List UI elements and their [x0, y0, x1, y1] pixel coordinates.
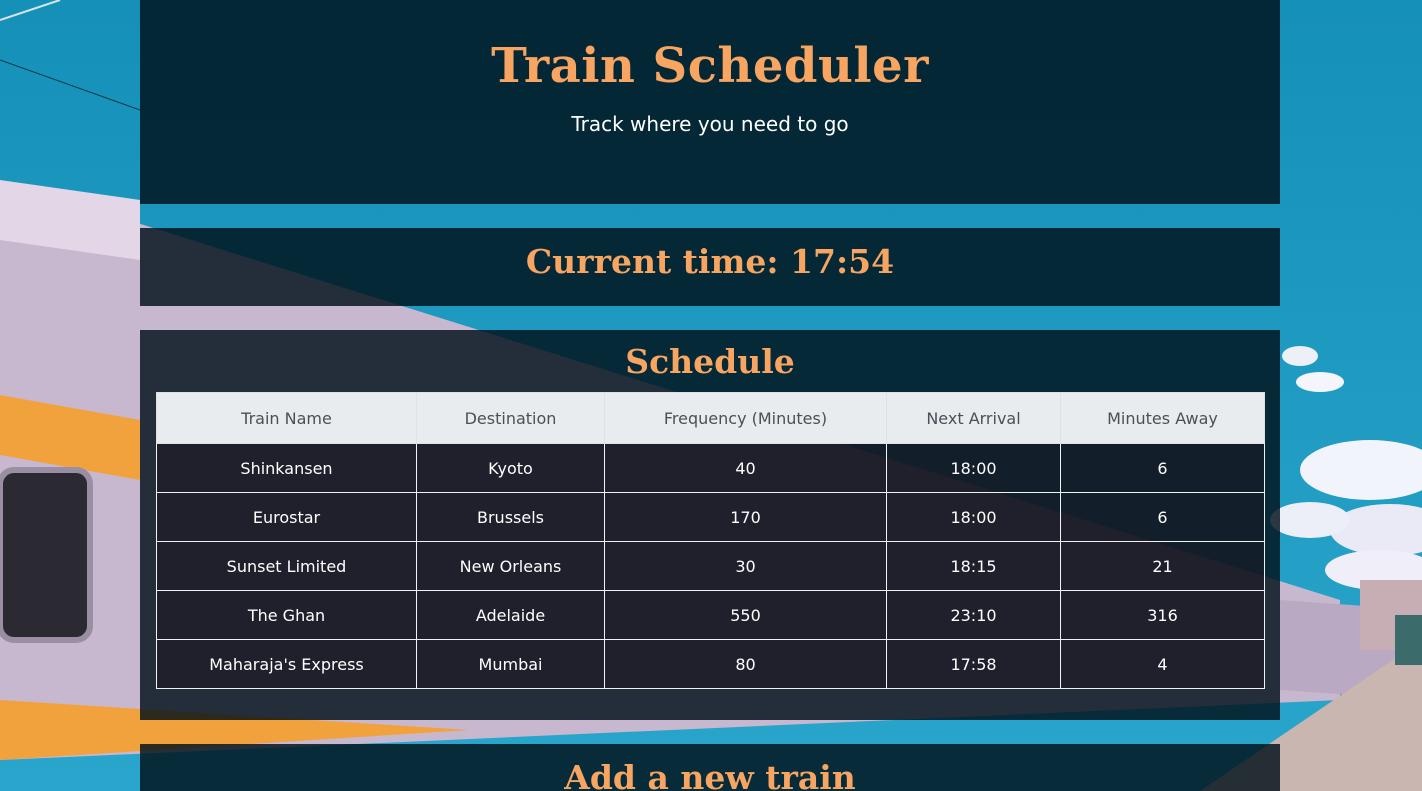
- column-header-minutes-away: Minutes Away: [1060, 392, 1265, 444]
- cell-destination: Kyoto: [416, 443, 605, 493]
- cell-next-arrival: 17:58: [886, 639, 1061, 689]
- cell-next-arrival: 18:00: [886, 443, 1061, 493]
- cell-train-name: Sunset Limited: [156, 541, 417, 591]
- current-time-label: Current time:: [525, 242, 779, 281]
- cell-minutes-away: 316: [1060, 590, 1265, 640]
- cell-frequency: 30: [604, 541, 887, 591]
- add-train-panel: Add a new train: [140, 744, 1280, 791]
- table-row: Eurostar Brussels 170 18:00 6: [156, 492, 1265, 542]
- cell-next-arrival: 23:10: [886, 590, 1061, 640]
- cell-next-arrival: 18:00: [886, 492, 1061, 542]
- current-time-heading: Current time: 17:54: [140, 242, 1280, 281]
- cell-train-name: The Ghan: [156, 590, 417, 640]
- cell-train-name: Maharaja's Express: [156, 639, 417, 689]
- column-header-next-arrival: Next Arrival: [886, 392, 1061, 444]
- cell-destination: New Orleans: [416, 541, 605, 591]
- cell-destination: Brussels: [416, 492, 605, 542]
- schedule-table: Train Name Destination Frequency (Minute…: [156, 392, 1265, 689]
- cell-minutes-away: 21: [1060, 541, 1265, 591]
- cell-next-arrival: 18:15: [886, 541, 1061, 591]
- current-time-panel: Current time: 17:54: [140, 228, 1280, 306]
- cell-frequency: 40: [604, 443, 887, 493]
- cell-minutes-away: 6: [1060, 443, 1265, 493]
- schedule-panel: Schedule Train Name Destination Frequenc…: [140, 330, 1280, 720]
- column-header-frequency: Frequency (Minutes): [604, 392, 887, 444]
- table-header-row: Train Name Destination Frequency (Minute…: [156, 392, 1265, 444]
- header-panel: Train Scheduler Track where you need to …: [140, 0, 1280, 204]
- app-title: Train Scheduler: [491, 38, 929, 94]
- app-subtitle: Track where you need to go: [571, 112, 849, 136]
- cell-frequency: 550: [604, 590, 887, 640]
- add-train-heading: Add a new train: [564, 758, 856, 791]
- cell-destination: Adelaide: [416, 590, 605, 640]
- schedule-heading: Schedule: [625, 342, 795, 381]
- cell-destination: Mumbai: [416, 639, 605, 689]
- column-header-train-name: Train Name: [156, 392, 417, 444]
- table-row: The Ghan Adelaide 550 23:10 316: [156, 590, 1265, 640]
- table-row: Shinkansen Kyoto 40 18:00 6: [156, 443, 1265, 493]
- current-time-value: 17:54: [790, 242, 895, 281]
- table-row: Sunset Limited New Orleans 30 18:15 21: [156, 541, 1265, 591]
- table-row: Maharaja's Express Mumbai 80 17:58 4: [156, 639, 1265, 689]
- cell-frequency: 170: [604, 492, 887, 542]
- cell-frequency: 80: [604, 639, 887, 689]
- cell-minutes-away: 4: [1060, 639, 1265, 689]
- cell-minutes-away: 6: [1060, 492, 1265, 542]
- cell-train-name: Eurostar: [156, 492, 417, 542]
- cell-train-name: Shinkansen: [156, 443, 417, 493]
- column-header-destination: Destination: [416, 392, 605, 444]
